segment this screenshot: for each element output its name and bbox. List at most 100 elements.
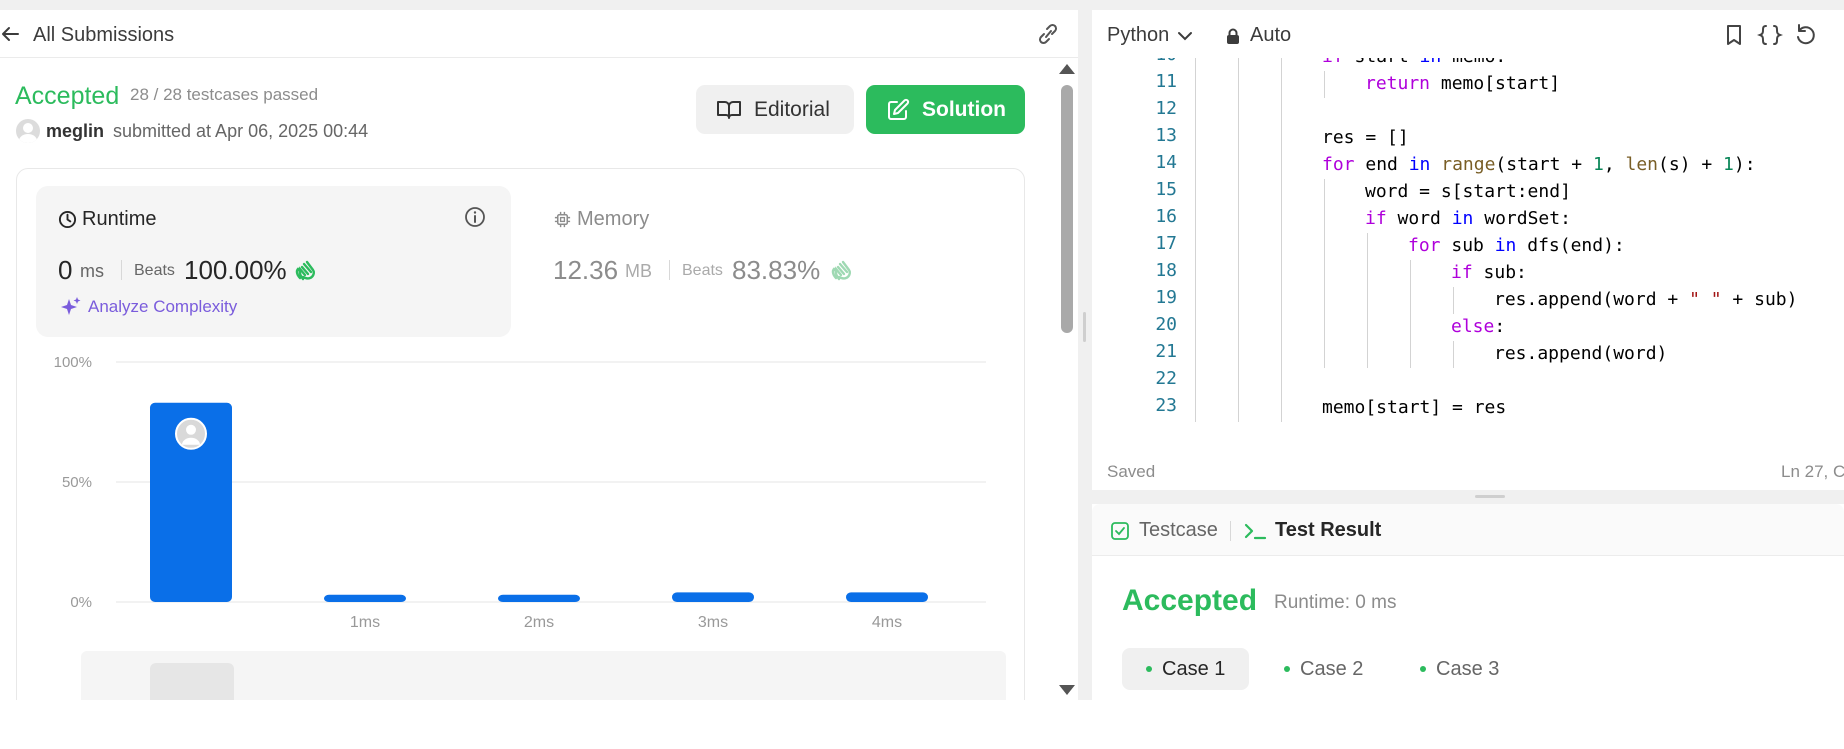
panel-resize-handle-horizontal[interactable]	[1092, 490, 1844, 504]
info-icon[interactable]	[464, 206, 486, 228]
scroll-down-arrow[interactable]	[1059, 685, 1075, 695]
code-line[interactable]: 20 else:	[1092, 314, 1844, 341]
y-tick-label: 0%	[70, 594, 92, 611]
code-preview-tab	[150, 663, 234, 700]
tab-testcase-label: Testcase	[1139, 519, 1218, 541]
indent-guide	[1195, 341, 1196, 368]
case-2-button[interactable]: Case 2	[1260, 648, 1387, 690]
code-line[interactable]: 13 res = []	[1092, 125, 1844, 152]
memory-label: Memory	[577, 208, 650, 230]
code-text: res.append(word + " " + sub)	[1494, 289, 1797, 310]
line-number: 18	[1155, 260, 1177, 281]
x-tick-label: 4ms	[872, 614, 902, 631]
code-text: if sub:	[1451, 262, 1527, 283]
back-arrow-icon[interactable]	[0, 23, 22, 45]
language-selector[interactable]: Python	[1107, 24, 1193, 47]
code-token: + sub)	[1721, 289, 1798, 310]
code-text: res = []	[1322, 127, 1409, 148]
code-token: (start +	[1495, 154, 1593, 175]
reset-icon[interactable]	[1793, 22, 1819, 48]
tab-test-result[interactable]: Test Result	[1243, 519, 1381, 542]
indent-guide	[1238, 233, 1239, 260]
indent-guide	[1281, 341, 1282, 368]
code-line[interactable]: 15 word = s[start:end]	[1092, 179, 1844, 206]
code-line[interactable]: 14 for end in range(start + 1, len(s) + 1…	[1092, 152, 1844, 179]
indent-guide	[1281, 314, 1282, 341]
code-token: res = []	[1322, 127, 1409, 148]
code-line[interactable]: 11 return memo[start]	[1092, 71, 1844, 98]
code-token: return	[1365, 73, 1431, 94]
indent-guide	[1281, 368, 1282, 395]
auto-mode[interactable]: Auto	[1226, 24, 1291, 47]
indent-guide	[1195, 368, 1196, 395]
line-number: 14	[1155, 152, 1177, 173]
avatar[interactable]	[16, 119, 40, 143]
braces-icon[interactable]	[1757, 22, 1783, 48]
code-line[interactable]: 21 res.append(word)	[1092, 341, 1844, 368]
code-token: memo[start]	[1430, 73, 1561, 94]
indent-guide	[1195, 58, 1196, 71]
analyze-complexity-button[interactable]: Analyze Complexity	[60, 296, 237, 318]
username[interactable]: meglin	[46, 121, 104, 142]
indent-guide	[1367, 287, 1368, 314]
link-icon[interactable]	[1034, 22, 1062, 46]
code-line[interactable]: 19 res.append(word + " " + sub)	[1092, 287, 1844, 314]
code-token: else	[1451, 316, 1495, 337]
tab-testcase[interactable]: Testcase	[1110, 519, 1218, 542]
clock-icon	[58, 210, 77, 229]
bookmark-icon[interactable]	[1721, 22, 1747, 48]
indent-guide	[1324, 314, 1325, 341]
scroll-up-arrow[interactable]	[1059, 64, 1075, 74]
code-line[interactable]: 16 if word in wordSet:	[1092, 206, 1844, 233]
auto-label: Auto	[1250, 24, 1292, 46]
indent-guide	[1195, 179, 1196, 206]
waving-hand-icon	[831, 260, 851, 281]
indent-guide	[1281, 98, 1282, 125]
test-result-panel: Testcase Test Result Accepted Runtime: 0…	[1092, 504, 1844, 700]
code-token: memo[start] = res	[1322, 397, 1507, 418]
indent-guide	[1281, 287, 1282, 314]
code-line[interactable]: 17 for sub in dfs(end):	[1092, 233, 1844, 260]
editorial-label: Editorial	[754, 97, 830, 121]
code-token: (s) +	[1658, 154, 1724, 175]
code-text: word = s[start:end]	[1365, 181, 1571, 202]
indent-guide	[1410, 314, 1411, 341]
code-line[interactable]: 18 if sub:	[1092, 260, 1844, 287]
scrollbar-thumb[interactable]	[1061, 85, 1073, 333]
indent-guide	[1324, 179, 1325, 206]
code-line[interactable]: 10 if start in memo:	[1092, 58, 1844, 71]
indent-guide	[1367, 260, 1368, 287]
code-token: word = s[start:end]	[1365, 181, 1571, 202]
panel-resize-handle[interactable]	[1078, 0, 1092, 700]
code-line[interactable]: 23 memo[start] = res	[1092, 395, 1844, 422]
case-1-button[interactable]: Case 1	[1122, 648, 1250, 690]
code-token: in	[1451, 208, 1474, 229]
all-submissions-link[interactable]: All Submissions	[33, 24, 174, 47]
code-line[interactable]: 12	[1092, 98, 1844, 125]
indent-guide	[1238, 314, 1239, 341]
code-token: if	[1365, 208, 1387, 229]
testcases-passed: 28 / 28 testcases passed	[130, 85, 319, 104]
indent-guide	[1281, 58, 1282, 71]
code-token: for	[1408, 235, 1441, 256]
resize-grip[interactable]	[1083, 312, 1086, 342]
solution-button[interactable]: Solution	[866, 85, 1025, 134]
editorial-button[interactable]: Editorial	[696, 85, 854, 134]
code-text: return memo[start]	[1365, 73, 1560, 94]
indent-guide	[1195, 98, 1196, 125]
indent-guide	[1238, 125, 1239, 152]
indent-guide	[1238, 341, 1239, 368]
indent-guide	[1453, 287, 1454, 314]
code-area[interactable]: 10if start in memo:11return memo[start]1…	[1092, 58, 1844, 434]
resize-grip[interactable]	[1475, 495, 1505, 498]
code-token: range	[1441, 154, 1496, 175]
indent-guide	[1281, 260, 1282, 287]
code-line[interactable]: 22	[1092, 368, 1844, 395]
submission-status: Accepted	[15, 82, 120, 110]
case-3-button[interactable]: Case 3	[1396, 648, 1523, 690]
code-token: " "	[1689, 289, 1722, 310]
indent-guide	[1367, 314, 1368, 341]
indent-guide	[1281, 125, 1282, 152]
code-text: if word in wordSet:	[1365, 208, 1571, 229]
code-token: for	[1322, 154, 1355, 175]
